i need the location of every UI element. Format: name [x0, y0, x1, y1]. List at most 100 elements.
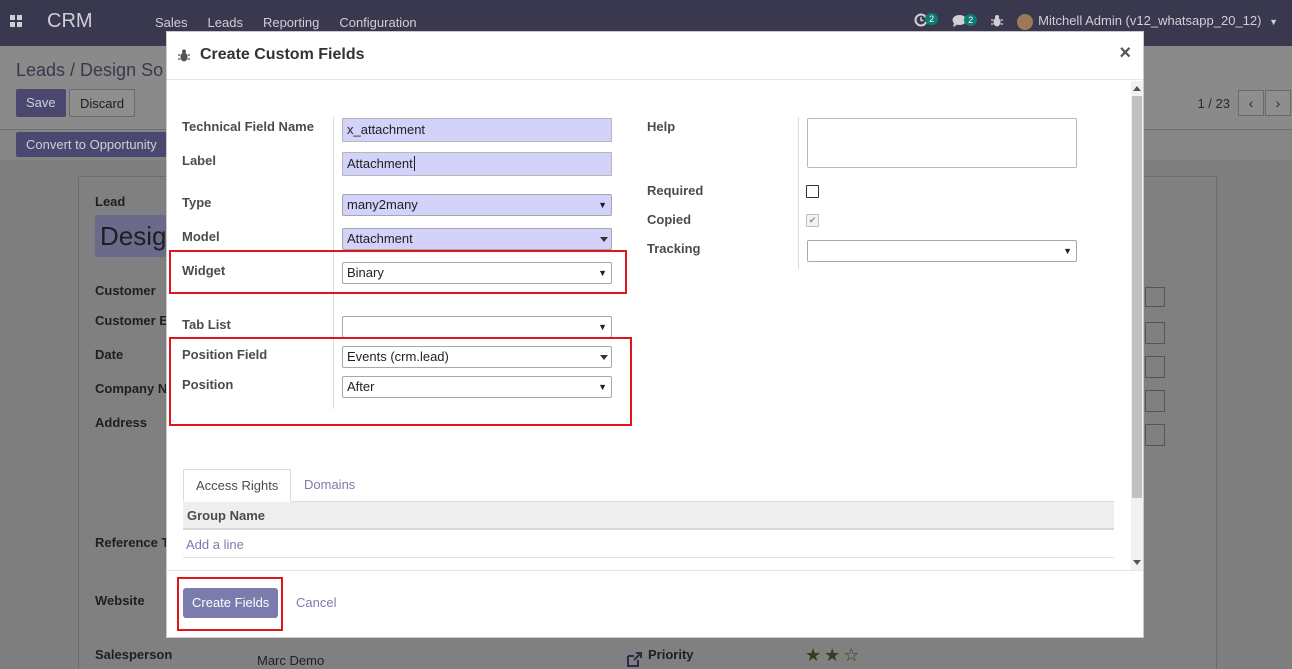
lead-name-field[interactable]: Desig [95, 215, 175, 257]
systray: 2 2 Mitchell Admin (v12_whatsapp_20_12) … [914, 13, 1278, 30]
tab-list-select[interactable]: ▼ [342, 316, 612, 338]
caret-down-icon: ▼ [598, 322, 607, 332]
activity-menu[interactable]: 2 [914, 13, 939, 30]
caret-down-icon: ▼ [598, 200, 607, 210]
dialog-footer: Create Fields Cancel [167, 570, 1143, 637]
label-input[interactable]: Attachment [342, 152, 612, 176]
pager-next-button[interactable]: › [1265, 90, 1291, 116]
lead-label: Lead [95, 194, 126, 209]
copied-label: Copied [647, 212, 692, 227]
avatar [1017, 13, 1034, 30]
model-select-value: Attachment [347, 231, 413, 246]
model-label: Model [182, 229, 220, 244]
scrollbar-thumb[interactable] [1132, 96, 1142, 498]
chevron-right-icon: › [1275, 95, 1281, 111]
access-rights-table: Group Name Add a line [183, 502, 1114, 570]
convert-to-opportunity-button[interactable]: Convert to Opportunity [16, 132, 167, 157]
close-icon[interactable]: × [1119, 42, 1131, 65]
debug-menu[interactable] [991, 14, 1004, 30]
app-brand[interactable]: CRM [47, 10, 93, 33]
salesperson-label: Salesperson [95, 647, 173, 662]
group-name-header[interactable]: Group Name [183, 502, 1114, 530]
bg-field-3[interactable] [1145, 390, 1165, 412]
priority-stars[interactable]: ★★☆ [805, 645, 862, 666]
date-label: Date [95, 347, 124, 362]
menu-reporting[interactable]: Reporting [263, 15, 319, 30]
tab-domains[interactable]: Domains [292, 469, 367, 502]
scroll-up-arrow-icon[interactable] [1133, 86, 1141, 91]
label-input-value: Attachment [347, 156, 413, 171]
dialog-body: Technical Field Name x_attachment Label … [167, 81, 1143, 570]
pager-prev-button[interactable]: ‹ [1238, 90, 1264, 116]
address-label: Address [95, 415, 148, 430]
customer-label: Customer [95, 283, 156, 298]
widget-select-value: Binary [347, 265, 384, 280]
salesperson-field[interactable]: Marc Demo [253, 649, 613, 669]
technical-field-name-input[interactable]: x_attachment [342, 118, 612, 142]
add-a-line-link[interactable]: Add a line [186, 537, 244, 552]
menu-configuration[interactable]: Configuration [339, 15, 416, 30]
help-textarea[interactable] [807, 118, 1077, 168]
menu-leads[interactable]: Leads [208, 15, 243, 30]
dialog-header: Create Custom Fields × [167, 32, 1143, 80]
reference-label: Reference T [95, 535, 170, 550]
position-field-label: Position Field [182, 347, 268, 362]
text-cursor [413, 156, 415, 171]
dialog-notebook-tabs: Access Rights Domains [183, 469, 1114, 502]
widget-label: Widget [182, 263, 226, 278]
create-fields-button[interactable]: Create Fields [183, 588, 279, 618]
external-link-icon[interactable] [625, 651, 643, 669]
bug-icon [991, 14, 1004, 26]
website-label: Website [95, 593, 145, 608]
pager-value[interactable]: 1 / 23 [1197, 96, 1230, 111]
partner-select[interactable] [1145, 287, 1165, 307]
technical-field-name-label: Technical Field Name [182, 119, 314, 134]
position-select[interactable]: After ▼ [342, 376, 612, 398]
position-field-select-value: Events (crm.lead) [347, 349, 449, 364]
menu-sales[interactable]: Sales [155, 15, 188, 30]
position-select-value: After [347, 379, 375, 394]
bg-field-4[interactable] [1145, 424, 1165, 446]
type-label: Type [182, 195, 212, 210]
breadcrumb[interactable]: Leads / Design So [16, 60, 163, 81]
activity-badge: 2 [925, 13, 939, 25]
message-badge: 2 [964, 13, 978, 26]
scroll-down-arrow-icon[interactable] [1133, 560, 1141, 565]
bug-icon [178, 49, 190, 62]
chevron-left-icon: ‹ [1248, 95, 1254, 111]
model-select[interactable]: Attachment [342, 228, 612, 250]
tracking-select[interactable]: ▼ [807, 240, 1077, 262]
user-menu[interactable]: Mitchell Admin (v12_whatsapp_20_12) ▼ [1017, 13, 1278, 30]
label-label: Label [182, 153, 216, 168]
widget-select[interactable]: Binary ▼ [342, 262, 612, 284]
tab-list-label: Tab List [182, 317, 231, 332]
caret-down-icon: ▼ [598, 382, 607, 392]
create-custom-fields-dialog: Create Custom Fields × Technical Field N… [166, 31, 1144, 638]
user-name: Mitchell Admin (v12_whatsapp_20_12) [1038, 13, 1262, 29]
caret-down-icon: ▼ [598, 268, 607, 278]
cancel-button[interactable]: Cancel [296, 595, 336, 610]
right-column-divider [798, 117, 799, 269]
discard-button[interactable]: Discard [69, 89, 136, 117]
position-field-select[interactable]: Events (crm.lead) [342, 346, 612, 368]
caret-down-icon: ▼ [1269, 17, 1278, 28]
bg-field-2[interactable] [1145, 356, 1165, 378]
tab-access-rights[interactable]: Access Rights [183, 469, 292, 502]
dialog-scrollbar[interactable] [1131, 81, 1143, 570]
customer-email-label: Customer E [95, 313, 168, 328]
table-row [183, 558, 1114, 570]
copied-checkbox: ✔ [806, 214, 819, 227]
apps-grid-icon[interactable] [10, 15, 23, 28]
required-checkbox[interactable] [806, 185, 819, 198]
caret-down-icon: ▼ [1063, 246, 1072, 256]
bg-field-1[interactable] [1145, 322, 1165, 344]
tracking-label: Tracking [647, 241, 701, 256]
required-label: Required [647, 183, 704, 198]
save-button[interactable]: Save [16, 89, 66, 117]
dropdown-arrow-icon [600, 355, 608, 360]
position-label: Position [182, 377, 234, 392]
dropdown-arrow-icon [600, 237, 608, 242]
priority-label: Priority [648, 647, 694, 662]
messaging-menu[interactable]: 2 [952, 13, 978, 30]
type-select[interactable]: many2many ▼ [342, 194, 612, 216]
